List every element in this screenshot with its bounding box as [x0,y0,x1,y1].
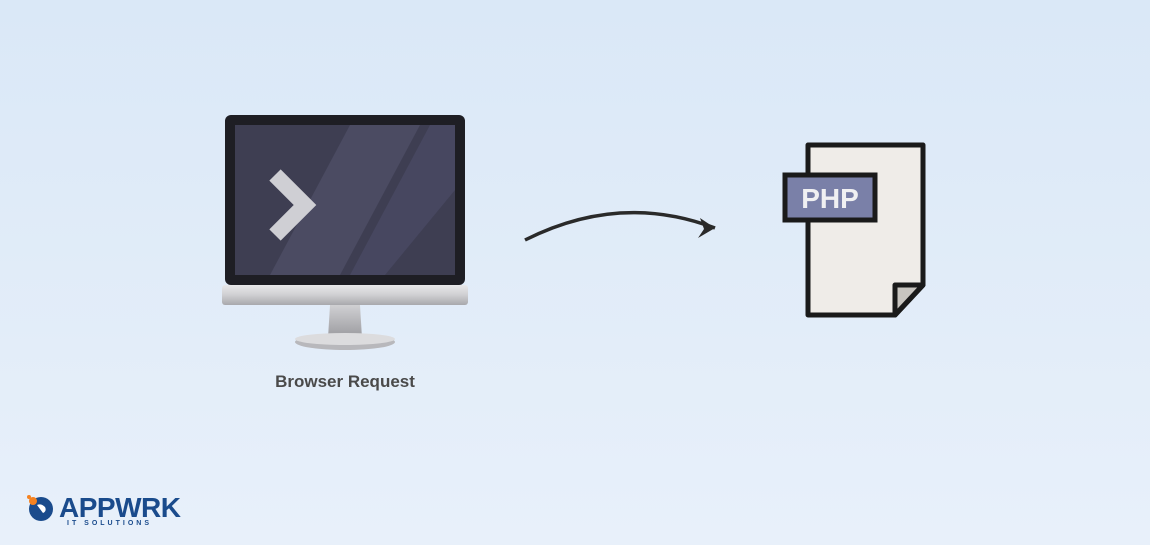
browser-monitor-group: Browser Request [220,110,470,392]
php-file-icon: PHP [780,140,930,320]
company-logo: APPWRK IT SOLUTIONS [25,492,180,527]
monitor-icon [220,110,470,355]
diagram-canvas: Browser Request PHP [220,110,940,410]
logo-mark-icon [25,493,55,523]
php-badge-text: PHP [801,183,859,214]
php-file-group: PHP [780,140,930,325]
arrow-icon [520,200,730,260]
request-arrow [520,200,730,260]
browser-label: Browser Request [220,372,470,392]
